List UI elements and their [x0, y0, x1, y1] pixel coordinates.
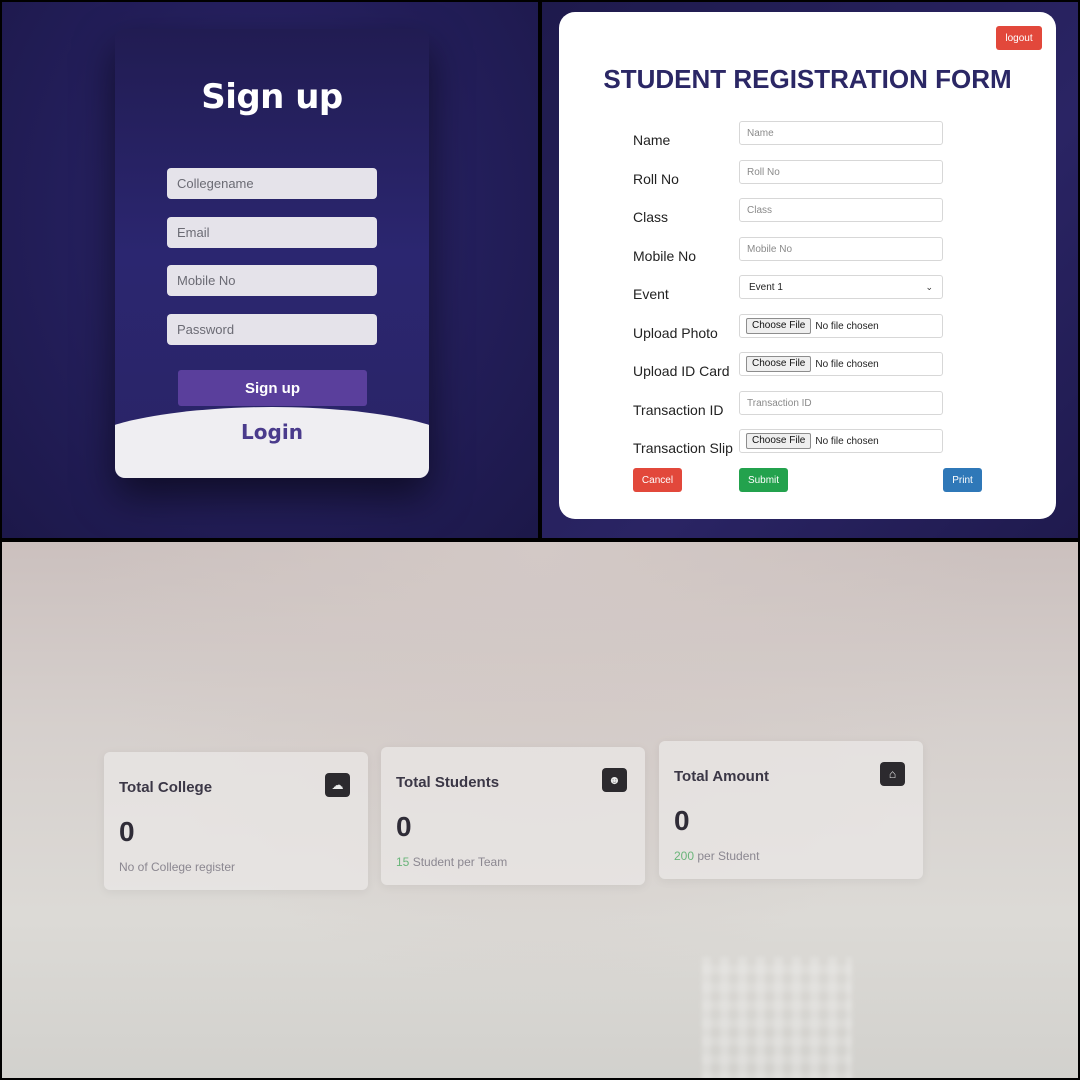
transaction-slip-status: No file chosen [815, 435, 879, 447]
registration-card: logout STUDENT REGISTRATION FORM Name Ro… [559, 12, 1056, 519]
total-amount-title: Total Amount [674, 768, 769, 785]
name-label: Name [633, 132, 671, 148]
upload-id-card-status: No file chosen [815, 358, 879, 370]
form-title: STUDENT REGISTRATION FORM [603, 64, 1012, 94]
mobile-input[interactable] [167, 265, 377, 296]
total-college-card: Total College ☁ 0 No of College register [104, 752, 368, 890]
login-link[interactable]: Login [115, 420, 429, 444]
email-input[interactable] [167, 217, 377, 248]
money-icon: ⌂ [880, 762, 905, 786]
total-college-subtext: No of College register [119, 860, 235, 874]
submit-button[interactable]: Submit [739, 468, 788, 492]
student-icon: ☻ [602, 768, 627, 792]
total-college-sub-text: No of College register [119, 860, 236, 874]
transaction-slip-label: Transaction Slip [633, 440, 733, 456]
signup-title: Sign up [201, 77, 343, 117]
total-students-subtext: 15 Student per Team [396, 855, 507, 869]
class-label: Class [633, 209, 669, 225]
cloud-icon: ☁ [325, 773, 350, 797]
password-input[interactable] [167, 314, 377, 345]
chevron-down-icon: ⌄ [925, 281, 933, 292]
registration-panel: logout STUDENT REGISTRATION FORM Name Ro… [542, 2, 1078, 538]
total-students-title: Total Students [396, 774, 500, 791]
cancel-button[interactable]: Cancel [633, 468, 682, 492]
mobile-no-input[interactable] [739, 237, 943, 261]
total-students-value: 0 [396, 811, 412, 842]
print-button[interactable]: Print [943, 468, 982, 492]
event-select-value: Event 1 [749, 281, 783, 293]
event-select[interactable]: Event 1 ⌄ [739, 275, 943, 299]
total-amount-value: 0 [674, 805, 690, 836]
screen-glare [702, 957, 852, 1078]
logout-button[interactable]: logout [996, 26, 1042, 50]
name-input[interactable] [739, 121, 943, 145]
upload-id-card-choose-button[interactable]: Choose File [746, 356, 812, 372]
transaction-id-input[interactable] [739, 391, 943, 415]
mobile-no-label: Mobile No [633, 248, 697, 264]
roll-no-label: Roll No [633, 171, 679, 187]
upload-photo-choose-button[interactable]: Choose File [746, 318, 812, 334]
total-students-sub-text: Student per Team [409, 855, 508, 869]
transaction-slip-field: Choose File No file chosen [739, 429, 943, 453]
upload-photo-field: Choose File No file chosen [739, 314, 943, 338]
total-college-value: 0 [119, 816, 135, 847]
total-amount-subtext: 200 per Student [674, 849, 759, 863]
dashboard-panel: Total College ☁ 0 No of College register… [2, 542, 1078, 1078]
total-students-card: Total Students ☻ 0 15 Student per Team [381, 747, 645, 885]
signup-panel: Sign up Sign up Login [2, 2, 538, 538]
total-students-sub-accent: 15 [396, 855, 410, 869]
collegename-input[interactable] [167, 168, 377, 199]
upload-photo-status: No file chosen [815, 320, 879, 332]
upload-id-card-field: Choose File No file chosen [739, 352, 943, 376]
signup-button[interactable]: Sign up [178, 370, 367, 406]
event-label: Event [633, 286, 669, 302]
class-input[interactable] [739, 198, 943, 222]
total-college-title: Total College [119, 779, 213, 796]
total-amount-card: Total Amount ⌂ 0 200 per Student [659, 741, 923, 879]
transaction-slip-choose-button[interactable]: Choose File [746, 433, 812, 449]
signup-card: Sign up Sign up Login [115, 29, 429, 478]
roll-no-input[interactable] [739, 160, 943, 184]
total-amount-sub-text: per Student [694, 849, 760, 863]
transaction-id-label: Transaction ID [633, 402, 724, 418]
total-amount-sub-accent: 200 [674, 849, 695, 863]
upload-id-card-label: Upload ID Card [633, 363, 730, 379]
upload-photo-label: Upload Photo [633, 325, 718, 341]
